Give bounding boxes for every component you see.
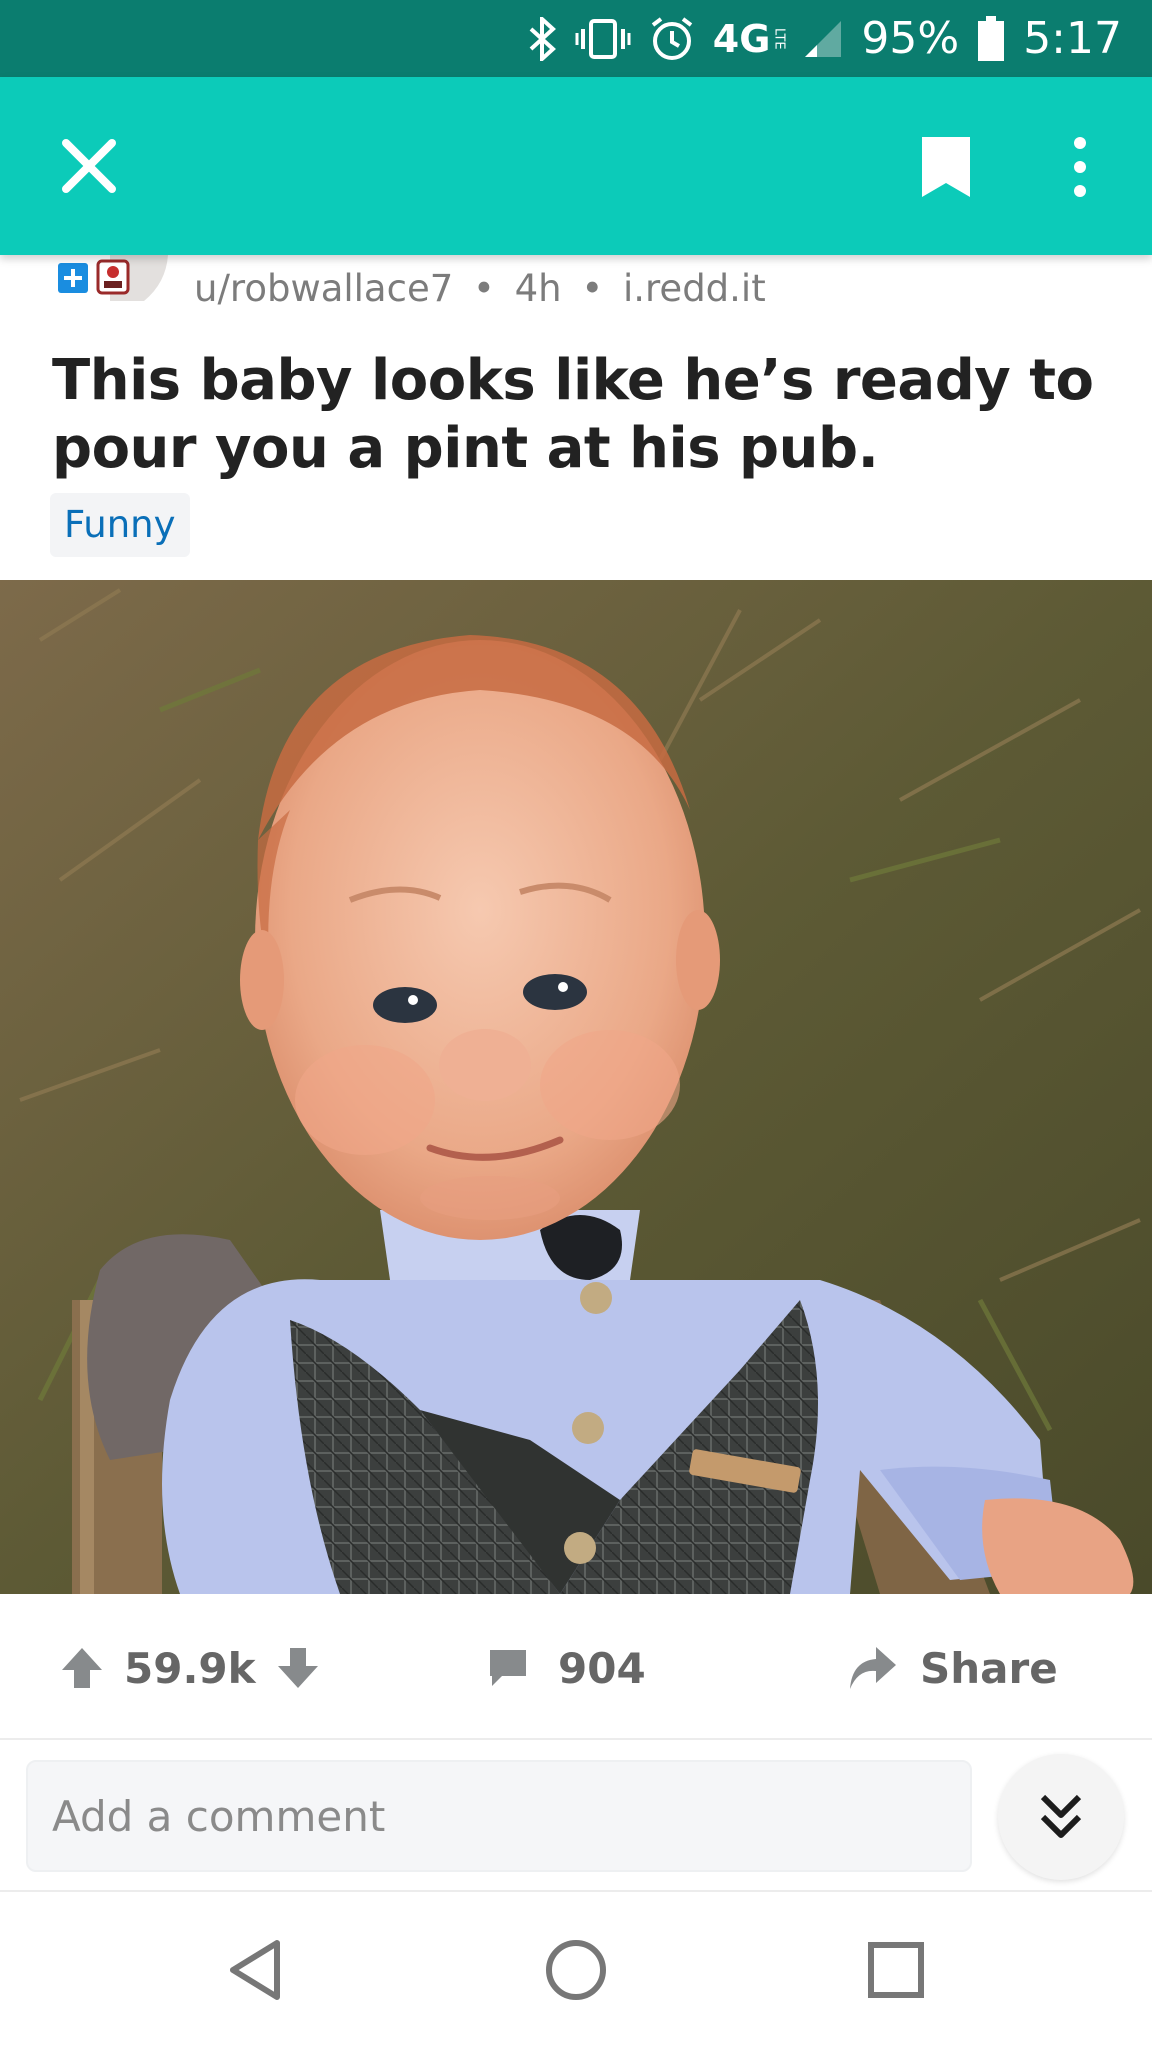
app-bar [0, 77, 1152, 255]
baby-photo [0, 580, 1152, 1594]
upvote-button[interactable] [58, 1644, 106, 1692]
close-button[interactable] [58, 135, 120, 197]
alarm-icon [649, 16, 695, 62]
home-button[interactable] [536, 1930, 616, 2010]
meta-separator: • [473, 267, 495, 310]
recents-icon [868, 1942, 924, 1998]
bookmark-icon [922, 137, 970, 197]
share-icon [850, 1647, 896, 1689]
upvote-arrow-icon [62, 1648, 102, 1688]
more-options-button[interactable] [1060, 133, 1100, 201]
post-age: 4h [514, 267, 562, 310]
save-post-button[interactable] [918, 133, 974, 201]
signal-icon [803, 19, 843, 59]
close-icon [62, 139, 116, 193]
network-sub-label: LTE [771, 27, 787, 50]
more-vertical-icon [1074, 137, 1086, 197]
avatar[interactable] [58, 255, 168, 301]
clock: 5:17 [1023, 12, 1122, 64]
next-comment-button[interactable] [998, 1754, 1124, 1880]
post-domain[interactable]: i.redd.it [623, 267, 766, 310]
system-nav-bar [0, 1892, 1152, 2048]
network-label: 4G [712, 16, 771, 61]
comment-icon [490, 1650, 526, 1686]
post-header: u/robwallace7 • 4h • i.redd.it This baby… [0, 255, 1152, 580]
comment-count: 904 [558, 1643, 646, 1693]
post-title: This baby looks like he’s ready to pour … [52, 348, 1094, 481]
back-icon [230, 1940, 280, 2000]
bluetooth-icon [527, 16, 557, 61]
comment-bar [0, 1740, 1152, 1892]
back-button[interactable] [216, 1930, 296, 2010]
share-button[interactable]: Share [846, 1640, 1058, 1696]
battery-icon [977, 15, 1005, 62]
status-bar: 4G LTE 95% 5:17 [0, 0, 1152, 77]
share-label: Share [920, 1643, 1058, 1693]
author-link[interactable]: u/robwallace7 [194, 267, 453, 310]
battery-percent: 95% [861, 12, 960, 64]
comment-input[interactable] [26, 1760, 972, 1872]
downvote-button[interactable] [274, 1644, 322, 1692]
vibrate-icon [575, 17, 631, 61]
double-chevron-down-icon [1040, 1794, 1082, 1838]
home-icon [546, 1940, 606, 2000]
post-action-bar: 59.9k 904 Share [0, 1594, 1152, 1740]
post-meta: u/robwallace7 • 4h • i.redd.it [194, 267, 766, 310]
meta-separator: • [581, 267, 604, 310]
vote-group: 59.9k [58, 1640, 322, 1696]
post-image[interactable] [0, 580, 1152, 1594]
downvote-arrow-icon [277, 1648, 318, 1688]
recents-button[interactable] [856, 1930, 936, 2010]
network-type: 4G LTE [712, 16, 787, 61]
post-flair[interactable]: Funny [50, 493, 190, 557]
comments-button[interactable]: 904 [486, 1640, 646, 1696]
vote-count: 59.9k [124, 1643, 256, 1693]
